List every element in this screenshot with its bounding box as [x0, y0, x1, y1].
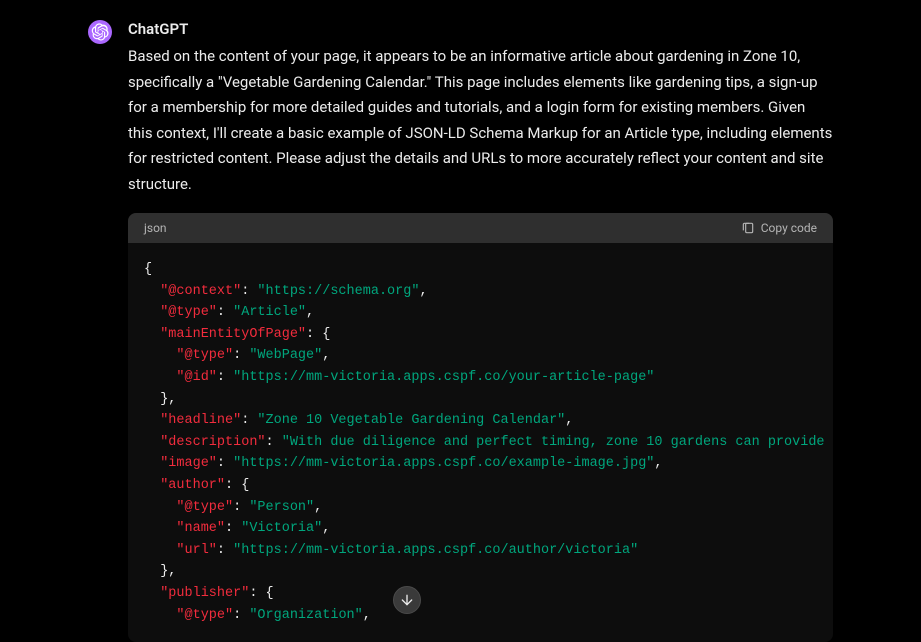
arrow-down-icon	[399, 592, 415, 608]
openai-logo-icon	[91, 23, 109, 41]
copy-code-label: Copy code	[761, 221, 817, 235]
copy-code-button[interactable]: Copy code	[741, 221, 817, 235]
message-body: Based on the content of your page, it ap…	[128, 44, 833, 197]
code-content[interactable]: { "@context": "https://schema.org", "@ty…	[128, 243, 833, 642]
message-author: ChatGPT	[128, 20, 833, 38]
code-header: json Copy code	[128, 213, 833, 243]
assistant-avatar	[88, 20, 112, 44]
code-lang-label: json	[144, 221, 167, 235]
code-block: json Copy code { "@context": "https://sc…	[128, 213, 833, 642]
chat-message: ChatGPT Based on the content of your pag…	[0, 0, 921, 642]
clipboard-icon	[741, 221, 755, 235]
scroll-down-button[interactable]	[393, 586, 421, 614]
message-content: ChatGPT Based on the content of your pag…	[128, 20, 833, 642]
